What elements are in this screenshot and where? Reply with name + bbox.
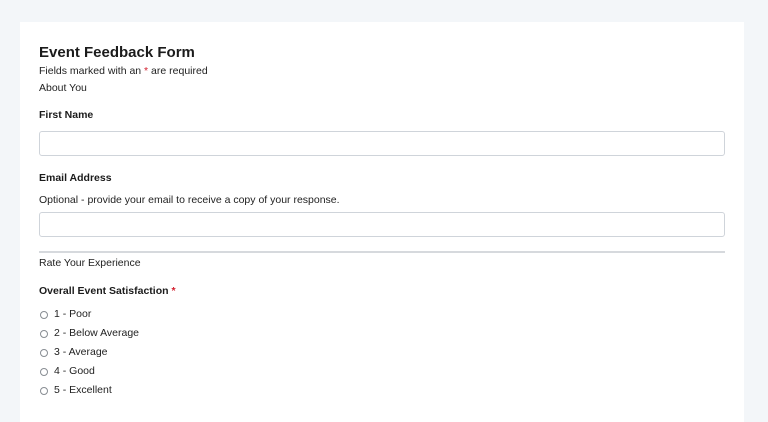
radio-circle-icon[interactable]: [40, 386, 48, 395]
first-name-label: First Name: [39, 109, 94, 121]
first-name-input[interactable]: [39, 131, 725, 156]
satisfaction-label-text: Overall Event Satisfaction: [39, 285, 169, 297]
section-about-you: About You: [39, 82, 87, 94]
satisfaction-option-label: 5 - Excellent: [54, 384, 112, 396]
email-address-input[interactable]: [39, 212, 725, 237]
feedback-form-card: Event Feedback Form Fields marked with a…: [20, 22, 744, 422]
satisfaction-label: Overall Event Satisfaction *: [39, 285, 725, 298]
satisfaction-option-label: 1 - Poor: [54, 308, 92, 320]
required-note-suffix: are required: [148, 65, 208, 77]
satisfaction-option-4[interactable]: 4 - Good: [39, 362, 725, 381]
form-title: Event Feedback Form: [39, 44, 195, 61]
radio-circle-icon[interactable]: [40, 348, 48, 357]
satisfaction-option-label: 2 - Below Average: [54, 327, 140, 339]
satisfaction-radio-group: 1 - Poor 2 - Below Average 3 - Average 4…: [39, 305, 725, 400]
radio-circle-icon[interactable]: [40, 367, 48, 376]
satisfaction-option-2[interactable]: 2 - Below Average: [39, 324, 725, 343]
required-note-prefix: Fields marked with an: [39, 65, 145, 77]
satisfaction-option-3[interactable]: 3 - Average: [39, 343, 725, 362]
satisfaction-option-label: 4 - Good: [54, 365, 95, 377]
section-divider: [39, 251, 725, 253]
required-fields-note: Fields marked with an * are required: [39, 65, 725, 78]
satisfaction-option-5[interactable]: 5 - Excellent: [39, 381, 725, 400]
section-rate-experience: Rate Your Experience: [39, 257, 141, 269]
satisfaction-option-1[interactable]: 1 - Poor: [39, 305, 725, 324]
satisfaction-required-star: *: [171, 285, 176, 297]
radio-circle-icon[interactable]: [40, 310, 48, 319]
email-help-text: Optional - provide your email to receive…: [39, 194, 340, 206]
email-address-label: Email Address: [39, 172, 112, 184]
satisfaction-option-label: 3 - Average: [54, 346, 108, 358]
radio-circle-icon[interactable]: [40, 329, 48, 338]
